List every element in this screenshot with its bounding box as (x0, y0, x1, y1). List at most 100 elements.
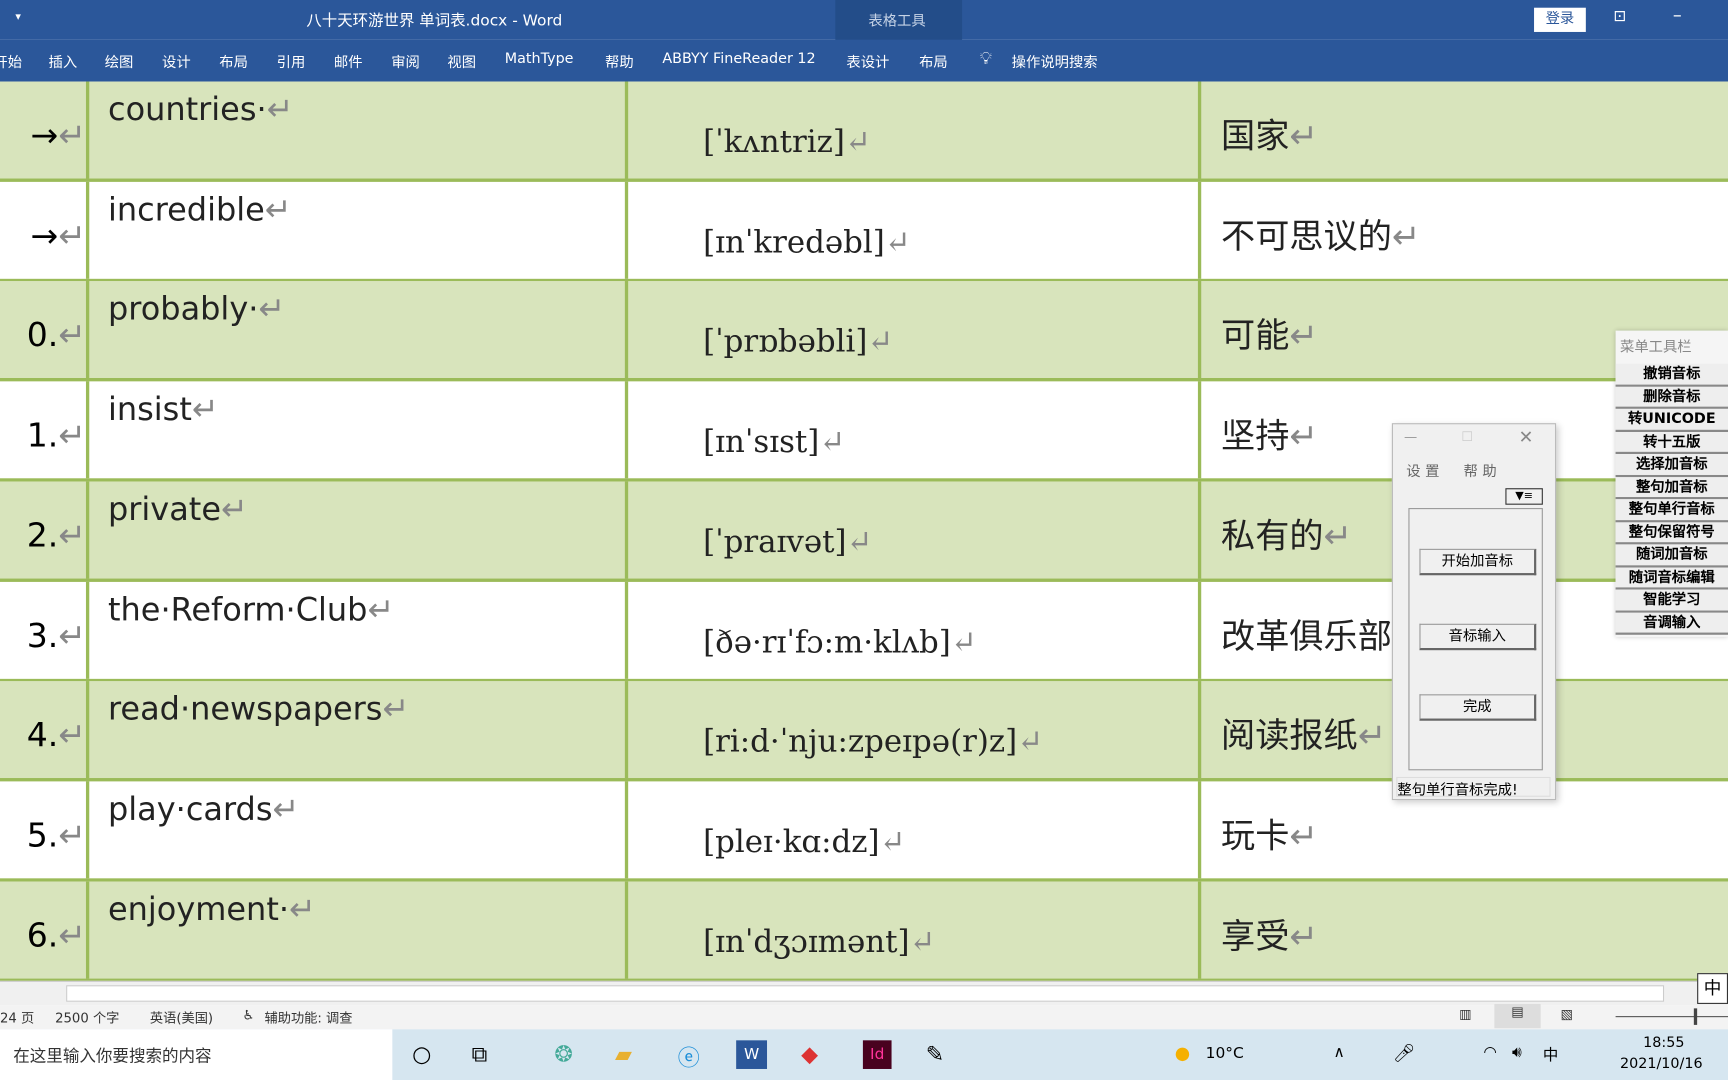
toolbar-item[interactable]: 整句加音标 (1615, 476, 1728, 500)
phonetic-cell[interactable]: [ɪnˈkredəbl]↵ (628, 181, 1202, 279)
dropdown-toggle-icon[interactable]: ▼≡ (1505, 488, 1543, 505)
print-layout-icon[interactable]: ▤ (1494, 1003, 1541, 1029)
ime-tray[interactable]: 中 (1543, 1044, 1558, 1066)
row-number[interactable]: 5.↵ (0, 781, 90, 879)
ribbon-display-icon[interactable]: ⊡ (1613, 8, 1626, 26)
cortana-icon[interactable]: ○ (412, 1040, 431, 1066)
toolbar-item[interactable]: 删除音标 (1615, 386, 1728, 409)
tab-layout[interactable]: 布局 (219, 51, 248, 72)
language[interactable]: 英语(美国) (150, 1008, 213, 1027)
web-layout-icon[interactable]: ▧ (1560, 1006, 1573, 1021)
word-cell[interactable]: probably·↵ (89, 281, 629, 379)
tab-draw[interactable]: 绘图 (105, 51, 134, 72)
ime-indicator[interactable]: 中 (1697, 973, 1728, 1004)
tab-table-layout[interactable]: 布局 (919, 51, 948, 72)
tell-me-search[interactable]: 操作说明搜索 (1012, 51, 1098, 72)
row-number[interactable]: 6.↵ (0, 881, 90, 979)
tab-view[interactable]: 视图 (447, 51, 476, 72)
phonetic-cell[interactable]: [ˈprɒbəbli]↵ (628, 281, 1202, 379)
tab-table-design[interactable]: 表设计 (846, 51, 889, 72)
accessibility-status[interactable]: 辅助功能: 调查 (264, 1008, 352, 1027)
word-count[interactable]: 2500 个字 (55, 1008, 119, 1027)
toolbar-item[interactable]: 转UNICODE (1615, 408, 1728, 432)
tab-abbyy[interactable]: ABBYY FineReader 12 (662, 51, 815, 68)
word-cell[interactable]: incredible↵ (89, 181, 629, 279)
tab-insert[interactable]: 插入 (48, 51, 77, 72)
word-icon[interactable]: W (736, 1040, 768, 1069)
volume-icon[interactable]: 🔊︎ (1512, 1044, 1522, 1062)
row-number[interactable]: 0.↵ (0, 281, 90, 379)
toolbar-item[interactable]: 撤销音标 (1615, 363, 1728, 387)
row-number[interactable]: 2.↵ (0, 481, 90, 579)
task-view-icon[interactable]: ⧉ (472, 1040, 488, 1066)
row-number[interactable]: →↵ (0, 181, 90, 279)
phonetic-cell[interactable]: [ɪnˈsɪst]↵ (628, 381, 1202, 479)
tab-references[interactable]: 引用 (277, 51, 306, 72)
phonetic-cell[interactable]: [ɪnˈdʒɔɪmənt]↵ (628, 881, 1202, 979)
meaning-cell[interactable]: 不可思议的↵ (1201, 181, 1728, 278)
phonetic-cell[interactable]: [ˈkʌntriz]↵ (628, 81, 1202, 179)
word-cell[interactable]: private↵ (89, 481, 629, 579)
quick-access-chevron-icon[interactable]: ▾ (15, 11, 21, 23)
phonetic-cell[interactable]: [ˈpraɪvət]↵ (628, 481, 1202, 579)
edge-icon[interactable]: ⓔ (678, 1040, 700, 1072)
microphone-icon[interactable]: 🎤︎ (1393, 1043, 1415, 1064)
tab-help[interactable]: 帮助 (605, 51, 634, 72)
clock-time[interactable]: 18:55 (1643, 1035, 1684, 1052)
file-explorer-icon[interactable]: ▰ (615, 1040, 632, 1066)
app-color-icon[interactable]: ◆ (801, 1040, 818, 1066)
toolbar-item[interactable]: 整句保留符号 (1615, 521, 1728, 545)
taskbar-search[interactable]: 在这里输入你要搜索的内容 (0, 1029, 393, 1080)
row-number[interactable]: 4.↵ (0, 681, 90, 779)
zoom-slider[interactable] (1615, 1016, 1728, 1018)
tab-review[interactable]: 审阅 (391, 51, 420, 72)
weather-temp[interactable]: 10°C (1206, 1045, 1244, 1063)
tab-design[interactable]: 设计 (162, 51, 191, 72)
phonetic-cell[interactable]: [ðə·rɪˈfɔ:m·klʌb]↵ (628, 581, 1202, 679)
done-button[interactable]: 完成 (1419, 694, 1537, 721)
toolbar-item[interactable]: 随词音标编辑 (1615, 566, 1728, 590)
word-cell[interactable]: the·Reform·Club↵ (89, 581, 629, 679)
start-phonetic-button[interactable]: 开始加音标 (1419, 548, 1537, 576)
dialog-maximize-button[interactable]: ☐ (1461, 429, 1473, 444)
phonetic-cell[interactable]: [pleɪ·kɑ:dz]↵ (628, 781, 1202, 879)
dialog-close-button[interactable]: ✕ (1519, 426, 1534, 447)
login-button[interactable]: 登录 (1534, 7, 1586, 32)
word-cell[interactable]: countries·↵ (89, 81, 629, 179)
wifi-icon[interactable]: ◠ (1483, 1044, 1496, 1062)
row-number[interactable]: 1.↵ (0, 381, 90, 479)
toolbar-item[interactable]: 音调输入 (1615, 612, 1728, 635)
menu-settings[interactable]: 设 置 (1406, 460, 1439, 481)
toolbar-item[interactable]: 转十五版 (1615, 431, 1728, 455)
word-cell[interactable]: insist↵ (89, 381, 629, 479)
clock-date[interactable]: 2021/10/16 (1620, 1056, 1703, 1073)
zoom-slider-handle[interactable] (1693, 1008, 1698, 1025)
tab-mailings[interactable]: 邮件 (334, 51, 363, 72)
page-count[interactable]: 24 页 (0, 1008, 34, 1027)
scrollbar-thumb[interactable] (66, 985, 1665, 1002)
horizontal-scrollbar[interactable]: 中 (0, 973, 1728, 1006)
indesign-icon[interactable]: Id (862, 1040, 892, 1069)
dialog-minimize-button[interactable]: — (1404, 429, 1417, 444)
toolbar-item[interactable]: 智能学习 (1615, 589, 1728, 613)
word-cell[interactable]: play·cards↵ (89, 781, 629, 879)
phonetic-cell[interactable]: [ri:d·ˈnju:zpeɪpə(r)z]↵ (628, 681, 1202, 779)
meaning-cell[interactable]: 国家↵ (1201, 82, 1728, 179)
menu-help[interactable]: 帮 助 (1464, 460, 1497, 481)
toolbar-item[interactable]: 整句单行音标 (1615, 499, 1728, 522)
app-icon[interactable]: ❂ (554, 1040, 572, 1066)
tool-app-icon[interactable]: ✎ (926, 1040, 944, 1066)
word-cell[interactable]: read·newspapers↵ (89, 681, 629, 779)
word-cell[interactable]: enjoyment·↵ (89, 881, 629, 979)
tray-expand-icon[interactable]: ∧ (1333, 1044, 1344, 1062)
row-number[interactable]: 3.↵ (0, 581, 90, 679)
read-mode-icon[interactable]: ▥ (1459, 1006, 1472, 1021)
toolbar-item[interactable]: 选择加音标 (1615, 454, 1728, 477)
meaning-cell[interactable]: 享受↵ (1201, 881, 1728, 978)
minimize-button[interactable]: – (1673, 4, 1682, 25)
row-number[interactable]: →↵ (0, 81, 90, 179)
toolbar-item[interactable]: 随词加音标 (1615, 544, 1728, 567)
phonetic-input-button[interactable]: 音标输入 (1419, 623, 1537, 651)
tab-mathtype[interactable]: MathType (505, 51, 574, 68)
tab-home[interactable]: 开始 (0, 51, 22, 72)
